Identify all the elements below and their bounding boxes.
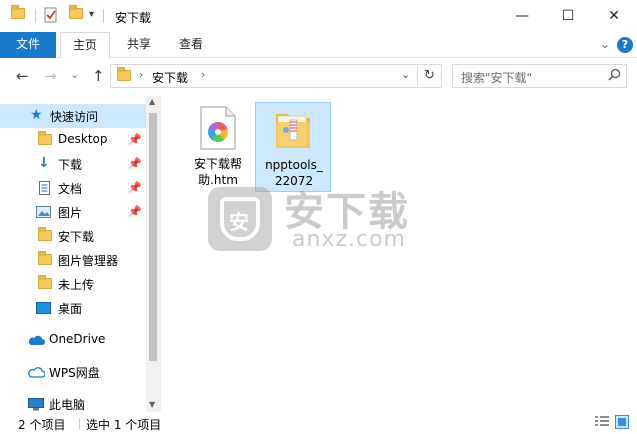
nav-scrollbar[interactable]: ▲ ▼	[146, 96, 160, 412]
file-item[interactable]: 安下载帮 助.htm	[180, 102, 256, 192]
folder-icon	[38, 227, 52, 241]
expand-ribbon-icon[interactable]: ⌄	[596, 32, 614, 58]
selection-count: 选中 1 个项目	[86, 418, 162, 432]
watermark: 安 安下载 anxz.com	[208, 183, 438, 255]
sidebar-item-label: 文档	[58, 182, 83, 196]
search-input[interactable]: 搜索"安下载"	[452, 64, 627, 88]
up-button[interactable]: ↑	[92, 67, 105, 85]
forward-button[interactable]: →	[44, 67, 57, 85]
cloud-icon	[27, 366, 46, 381]
watermark-subtitle: anxz.com	[292, 227, 406, 252]
picture-icon	[36, 206, 51, 221]
search-placeholder: 搜索"安下载"	[461, 71, 533, 85]
sidebar-item-label: 桌面	[58, 302, 83, 316]
ribbon-tabs: 文件 主页 共享 查看 ⌄ ?	[0, 32, 637, 59]
star-icon: ★	[30, 107, 43, 123]
sidebar-item-documents[interactable]: 文档 📌	[0, 176, 146, 200]
scrollbar-thumb[interactable]	[149, 113, 157, 361]
search-icon[interactable]	[608, 68, 621, 84]
refresh-button[interactable]: ↻	[418, 64, 442, 88]
large-icons-view-icon[interactable]	[615, 415, 629, 432]
folder-icon	[38, 251, 52, 265]
properties-icon[interactable]	[44, 7, 58, 26]
sidebar-item-image-manager[interactable]: 图片管理器	[0, 248, 146, 272]
sidebar-item-label: 未上传	[58, 278, 95, 292]
file-name-line: 安下载帮	[193, 157, 242, 171]
sidebar-item-onedrive[interactable]: OneDrive	[0, 328, 146, 352]
sidebar-item-desktop-cn[interactable]: 桌面	[0, 296, 146, 320]
sidebar-item-not-uploaded[interactable]: 未上传	[0, 272, 146, 296]
scroll-down-icon[interactable]: ▼	[149, 400, 155, 409]
folder-icon	[11, 5, 25, 19]
sidebar-item-label: 此电脑	[49, 398, 86, 412]
window-title: 安下载	[115, 11, 152, 25]
divider	[103, 9, 104, 23]
sidebar-item-pictures[interactable]: 图片 📌	[0, 200, 146, 224]
sidebar-item-label: OneDrive	[49, 332, 106, 346]
recent-locations-button[interactable]: ⌄	[70, 68, 79, 81]
sidebar-item-downloads[interactable]: ↓ 下载 📌	[0, 152, 146, 176]
breadcrumb-segment[interactable]: 安下载	[152, 69, 188, 86]
zip-folder-icon	[273, 108, 313, 153]
desktop-icon	[36, 302, 51, 317]
address-bar[interactable]: › 安下载 › ⌄	[110, 64, 418, 88]
status-bar: 2 个项目 选中 1 个项目	[0, 412, 637, 434]
pin-icon[interactable]: 📌	[128, 205, 142, 218]
pin-icon[interactable]: 📌	[128, 181, 142, 194]
divider	[35, 9, 36, 23]
folder-icon	[117, 67, 131, 81]
sidebar-item-label: Desktop	[58, 132, 108, 146]
folder-icon	[38, 131, 52, 145]
download-icon: ↓	[38, 155, 50, 171]
sidebar-item-quick-access[interactable]: ★ 快速访问	[0, 104, 146, 128]
document-icon	[39, 181, 50, 198]
help-icon[interactable]: ?	[617, 37, 633, 53]
tab-view[interactable]: 查看	[168, 32, 214, 58]
html-file-icon	[200, 106, 236, 153]
sidebar-item-label: 图片	[58, 206, 83, 220]
chevron-right-icon: ›	[139, 68, 144, 81]
folder-icon	[38, 275, 52, 289]
item-count: 2 个项目	[18, 418, 66, 432]
tab-share[interactable]: 共享	[116, 32, 162, 58]
chevron-right-icon[interactable]: ›	[201, 68, 205, 81]
sidebar-item-label: WPS网盘	[49, 366, 100, 380]
address-row: ← → ⌄ ↑ › 安下载 › ⌄ ↻ 搜索"安下载"	[0, 59, 637, 93]
scroll-up-icon[interactable]: ▲	[149, 97, 155, 106]
sidebar-item-label: 图片管理器	[58, 254, 119, 268]
title-bar: ▾ 安下载 — ☐ ✕	[0, 0, 637, 32]
divider	[79, 418, 80, 429]
tab-home[interactable]: 主页	[60, 32, 110, 59]
pin-icon[interactable]: 📌	[128, 157, 142, 170]
sidebar-item-label: 下载	[58, 158, 83, 172]
sidebar-item-wps-drive[interactable]: WPS网盘	[0, 360, 146, 384]
details-view-icon[interactable]	[595, 416, 609, 431]
sidebar-item-label: 安下载	[58, 230, 95, 244]
close-button[interactable]: ✕	[591, 0, 637, 32]
sidebar-item-label: 快速访问	[50, 110, 99, 124]
watermark-badge: 安	[208, 187, 272, 251]
navigation-pane: ★ 快速访问 Desktop 📌 ↓ 下载 📌 文档 📌 图片 📌 安下载 图片…	[0, 96, 161, 412]
maximize-button[interactable]: ☐	[545, 0, 591, 32]
sidebar-item-anxz[interactable]: 安下载	[0, 224, 146, 248]
address-dropdown-icon[interactable]: ⌄	[401, 68, 410, 81]
new-folder-icon[interactable]	[69, 5, 83, 19]
tab-file[interactable]: 文件	[0, 32, 56, 58]
sidebar-item-desktop[interactable]: Desktop 📌	[0, 128, 146, 152]
onedrive-icon	[27, 335, 45, 349]
pin-icon[interactable]: 📌	[128, 133, 142, 146]
minimize-button[interactable]: —	[499, 0, 545, 32]
watermark-badge-text: 安	[229, 210, 249, 234]
file-name-line: npptools_	[265, 158, 323, 172]
customize-toolbar-icon[interactable]: ▾	[89, 9, 94, 20]
back-button[interactable]: ←	[16, 67, 29, 85]
